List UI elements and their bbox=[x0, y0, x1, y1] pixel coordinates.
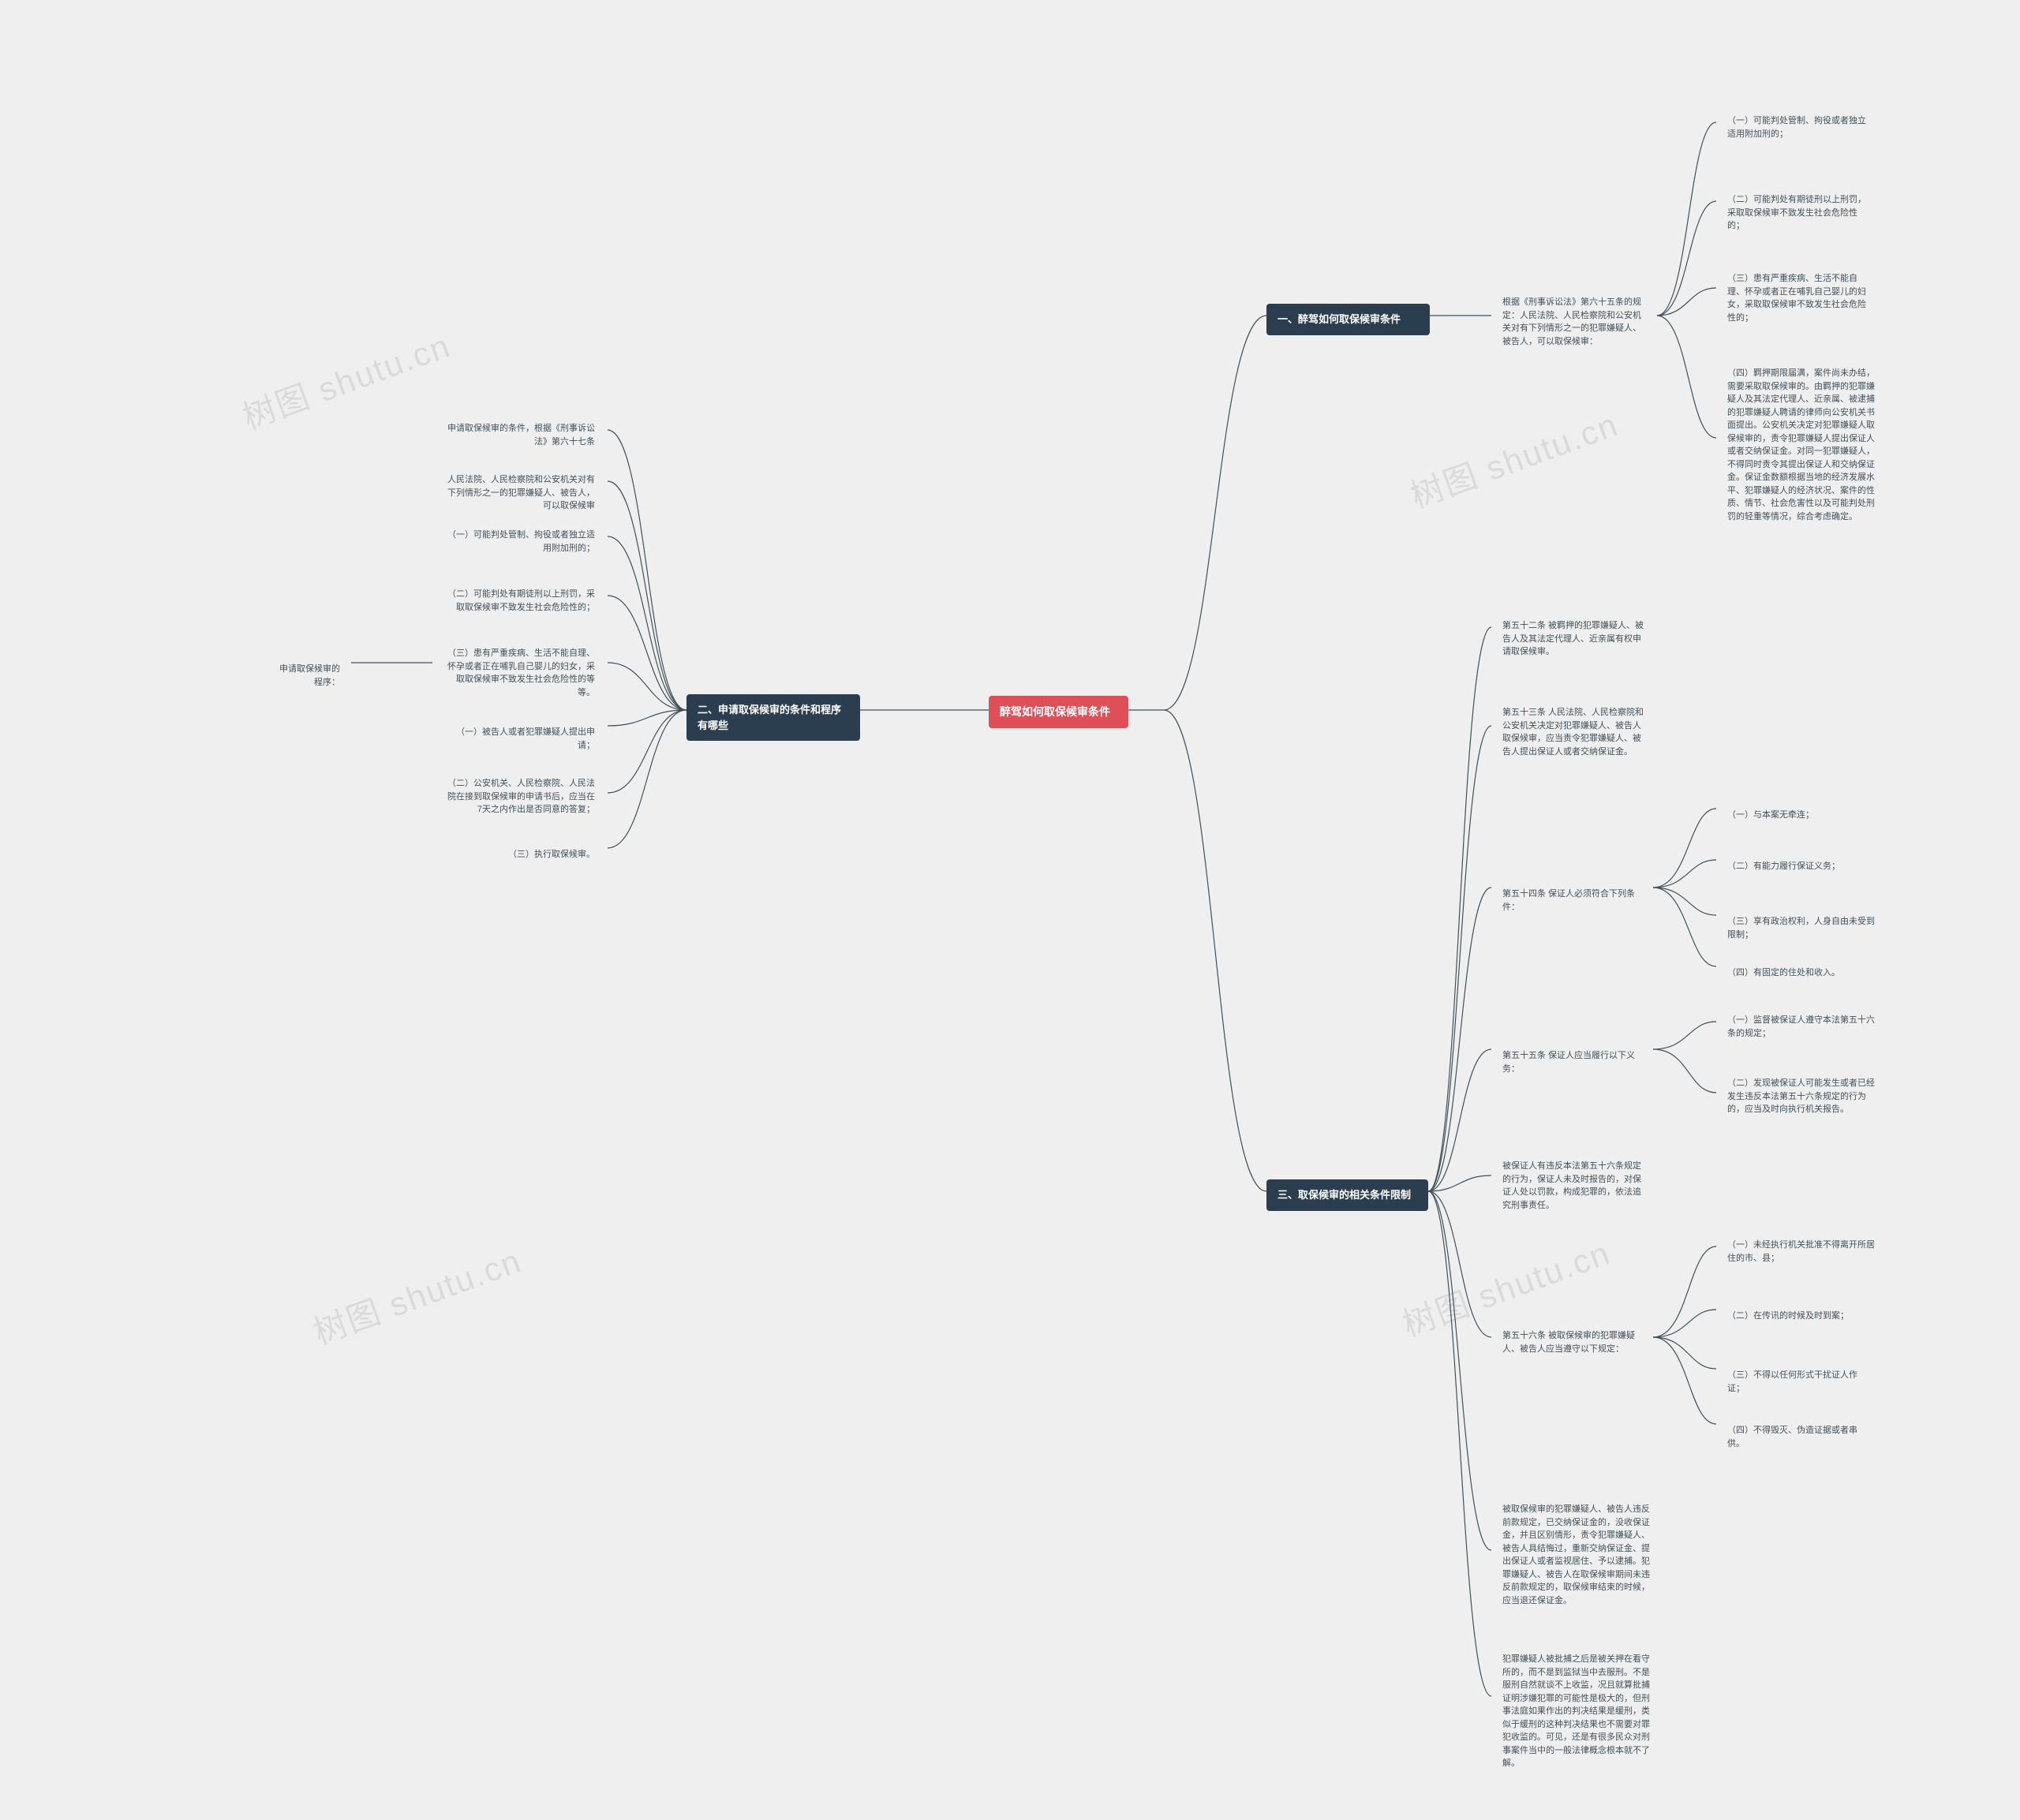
b2-item-3[interactable]: （二）可能判处有期徒刑以上刑罚，采取取保候审不致发生社会危险性的； bbox=[432, 580, 606, 622]
b3-a54-2[interactable]: （三）享有政治权利，人身自由未受到限制； bbox=[1716, 907, 1890, 949]
branch-1[interactable]: 一、醉驾如何取保候审条件 bbox=[1266, 304, 1430, 335]
b3-a56-0[interactable]: （一）未经执行机关批准不得离开所居住的市、县； bbox=[1716, 1231, 1890, 1273]
b1-item-2[interactable]: （三）患有严重疾病、生活不能自理、怀孕或者正在哺乳自己婴儿的妇女，采取取保候审不… bbox=[1716, 264, 1882, 332]
b3-a55-1[interactable]: （二）发现被保证人可能发生或者已经发生违反本法第五十六条规定的行为的，应当及时向… bbox=[1716, 1069, 1890, 1124]
root-node[interactable]: 醉驾如何取保候审条件 bbox=[989, 696, 1128, 728]
b3-a56-2[interactable]: （三）不得以任何形式干扰证人作证； bbox=[1716, 1361, 1882, 1403]
b2-item-5[interactable]: （一）被告人或者犯罪嫌疑人提出申请； bbox=[432, 718, 606, 760]
b3-a56-3[interactable]: （四）不得毁灭、伪造证据或者串供。 bbox=[1716, 1416, 1882, 1458]
mindmap-canvas: 树图 shutu.cn 树图 shutu.cn 树图 shutu.cn 树图 s… bbox=[0, 0, 2020, 1820]
b3-a55-0[interactable]: （一）监督被保证人遵守本法第五十六条的规定； bbox=[1716, 1006, 1890, 1048]
b2-item-2[interactable]: （一）可能判处管制、拘役或者独立适用附加刑的； bbox=[432, 521, 606, 562]
b3-a56-head[interactable]: 第五十六条 被取保候审的犯罪嫌疑人、被告人应当遵守以下规定： bbox=[1491, 1321, 1653, 1363]
b3-a54-1[interactable]: （二）有能力履行保证义务； bbox=[1716, 852, 1882, 881]
watermark: 树图 shutu.cn bbox=[306, 1235, 528, 1355]
b3-a54-3[interactable]: （四）有固定的住处和收入。 bbox=[1716, 959, 1882, 988]
b3-a55-tail[interactable]: 被保证人有违反本法第五十六条规定的行为，保证人未及时报告的，对保证人处以罚款，构… bbox=[1491, 1152, 1657, 1220]
b2-item-4[interactable]: （三）患有严重疾病、生活不能自理、怀孕或者正在哺乳自己婴儿的妇女，采取取保候审不… bbox=[432, 639, 606, 707]
b1-intro[interactable]: 根据《刑事诉讼法》第六十五条的规定：人民法院、人民检察院和公安机关对有下列情形之… bbox=[1491, 288, 1657, 356]
b3-a54-head[interactable]: 第五十四条 保证人必须符合下列条件： bbox=[1491, 880, 1653, 921]
watermark: 树图 shutu.cn bbox=[235, 320, 457, 439]
b2-sublabel[interactable]: 申请取保候审的程序： bbox=[260, 655, 351, 697]
b3-a56-tail[interactable]: 被取保候审的犯罪嫌疑人、被告人违反前款规定，已交纳保证金的，没收保证金，并且区别… bbox=[1491, 1495, 1665, 1615]
b1-item-1[interactable]: （二）可能判处有期徒刑以上刑罚，采取取保候审不致发生社会危险性的； bbox=[1716, 185, 1882, 241]
b3-a56-1[interactable]: （二）在传讯的时候及时到案； bbox=[1716, 1302, 1882, 1331]
branch-3[interactable]: 三、取保候审的相关条件限制 bbox=[1266, 1179, 1428, 1211]
b3-a52[interactable]: 第五十二条 被羁押的犯罪嫌疑人、被告人及其法定代理人、近亲属有权申请取保候审。 bbox=[1491, 611, 1657, 667]
b3-a54-0[interactable]: （一）与本案无牵连； bbox=[1716, 801, 1882, 830]
b1-item-3[interactable]: （四）羁押期限届满，案件尚未办结，需要采取取保候审的。由羁押的犯罪嫌疑人及其法定… bbox=[1716, 359, 1890, 531]
branch-2[interactable]: 二、申请取保候审的条件和程序有哪些 bbox=[686, 694, 860, 741]
b3-a53[interactable]: 第五十三条 人民法院、人民检察院和公安机关决定对犯罪嫌疑人、被告人取保候审，应当… bbox=[1491, 698, 1657, 766]
b2-item-7[interactable]: （三）执行取保候审。 bbox=[432, 840, 606, 869]
b2-item-1[interactable]: 人民法院、人民检察院和公安机关对有下列情形之一的犯罪嫌疑人、被告人，可以取保候审 bbox=[432, 465, 606, 521]
b1-item-0[interactable]: （一）可能判处管制、拘役或者独立适用附加刑的； bbox=[1716, 107, 1882, 148]
watermark: 树图 shutu.cn bbox=[1403, 398, 1625, 518]
b3-a55-head[interactable]: 第五十五条 保证人应当履行以下义务： bbox=[1491, 1041, 1653, 1083]
b2-item-6[interactable]: （二）公安机关、人民检察院、人民法院在接到取保候审的申请书后，应当在7天之内作出… bbox=[432, 769, 606, 824]
b3-tail[interactable]: 犯罪嫌疑人被批捕之后是被关押在看守所的，而不是到监狱当中去服刑。不是服刑自然就谈… bbox=[1491, 1645, 1665, 1778]
b2-item-0[interactable]: 申请取保候审的条件，根据《刑事诉讼法》第六十七条 bbox=[432, 414, 606, 456]
